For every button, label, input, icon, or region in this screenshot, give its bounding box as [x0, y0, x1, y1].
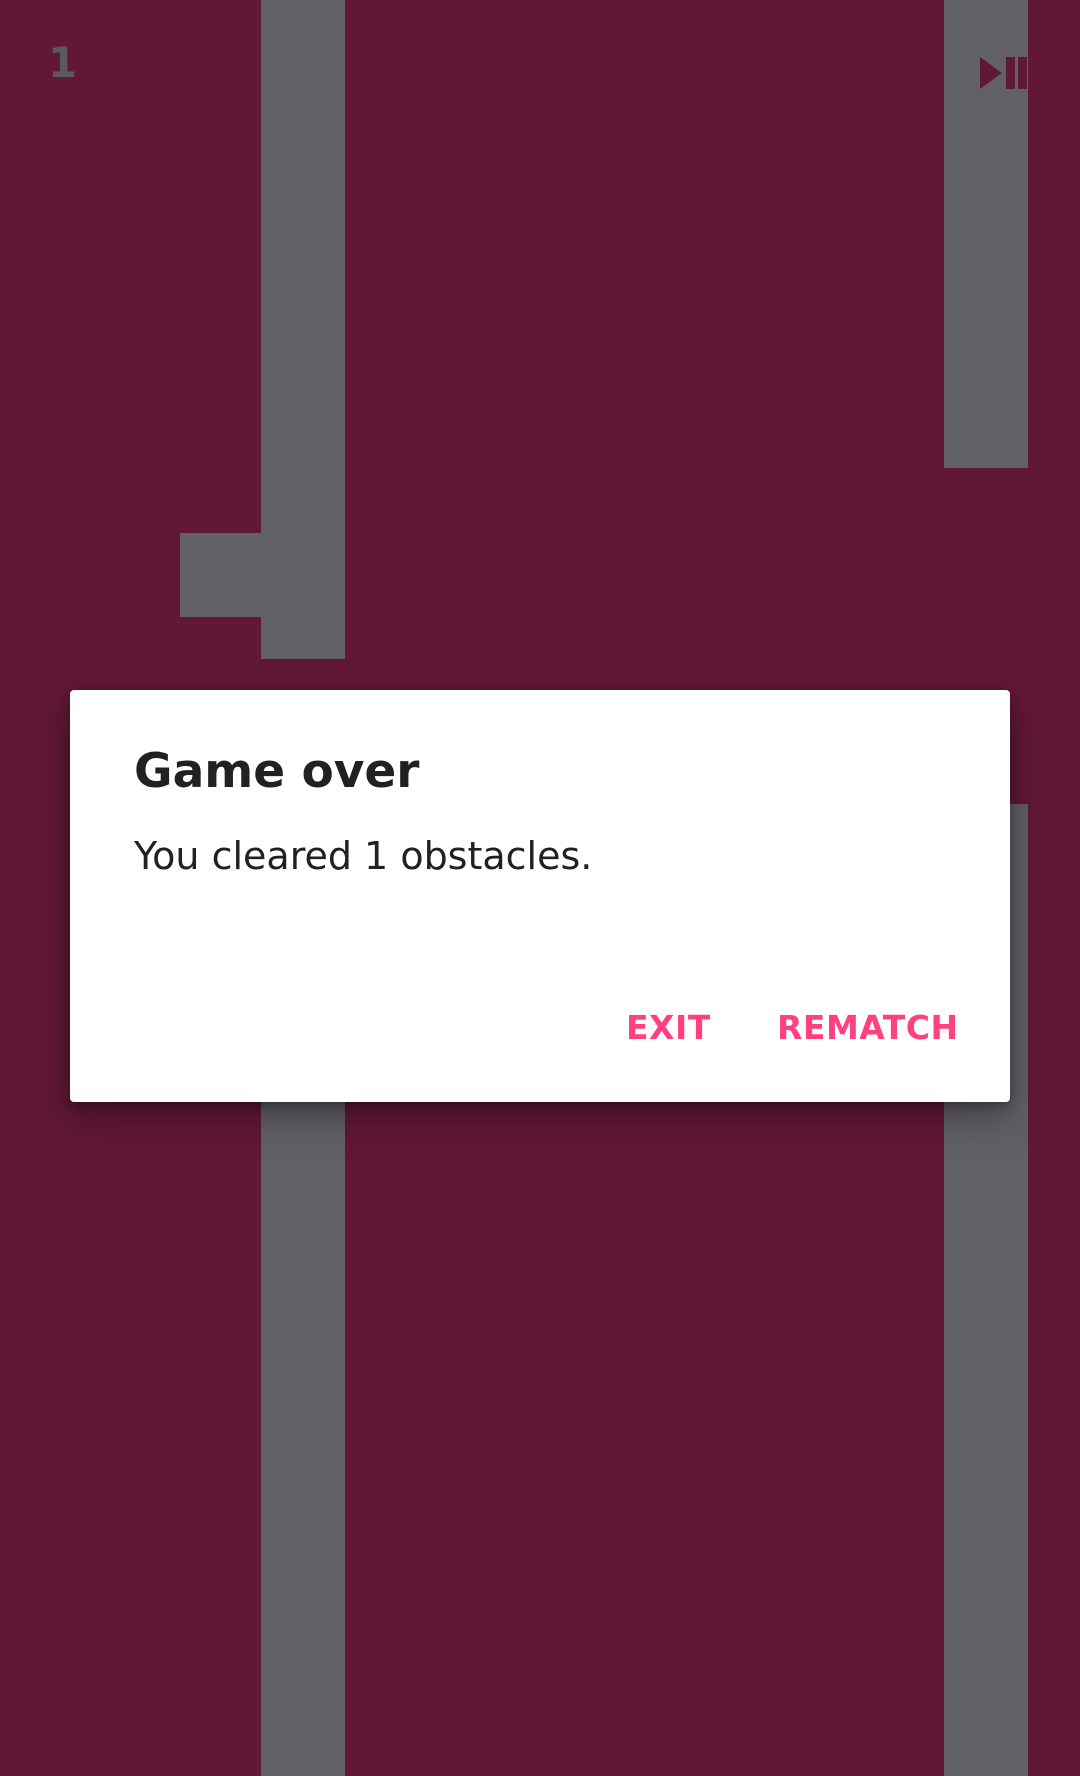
- play-pause-icon: [980, 57, 1027, 89]
- game-over-dialog: Game over You cleared 1 obstacles. EXIT …: [70, 690, 1010, 1102]
- game-canvas[interactable]: 1 Game over You cleared 1 obstacles. EXI…: [0, 0, 1080, 1776]
- dialog-message: You cleared 1 obstacles.: [134, 834, 593, 878]
- exit-button[interactable]: EXIT: [614, 996, 723, 1060]
- dialog-title: Game over: [134, 744, 420, 799]
- score-counter: 1: [48, 38, 78, 87]
- rematch-button[interactable]: REMATCH: [765, 996, 971, 1060]
- play-pause-button[interactable]: [980, 54, 1032, 92]
- obstacle-left-ledge: [180, 533, 261, 617]
- obstacle-left-top: [261, 0, 345, 659]
- obstacle-left-bottom: [261, 1100, 345, 1776]
